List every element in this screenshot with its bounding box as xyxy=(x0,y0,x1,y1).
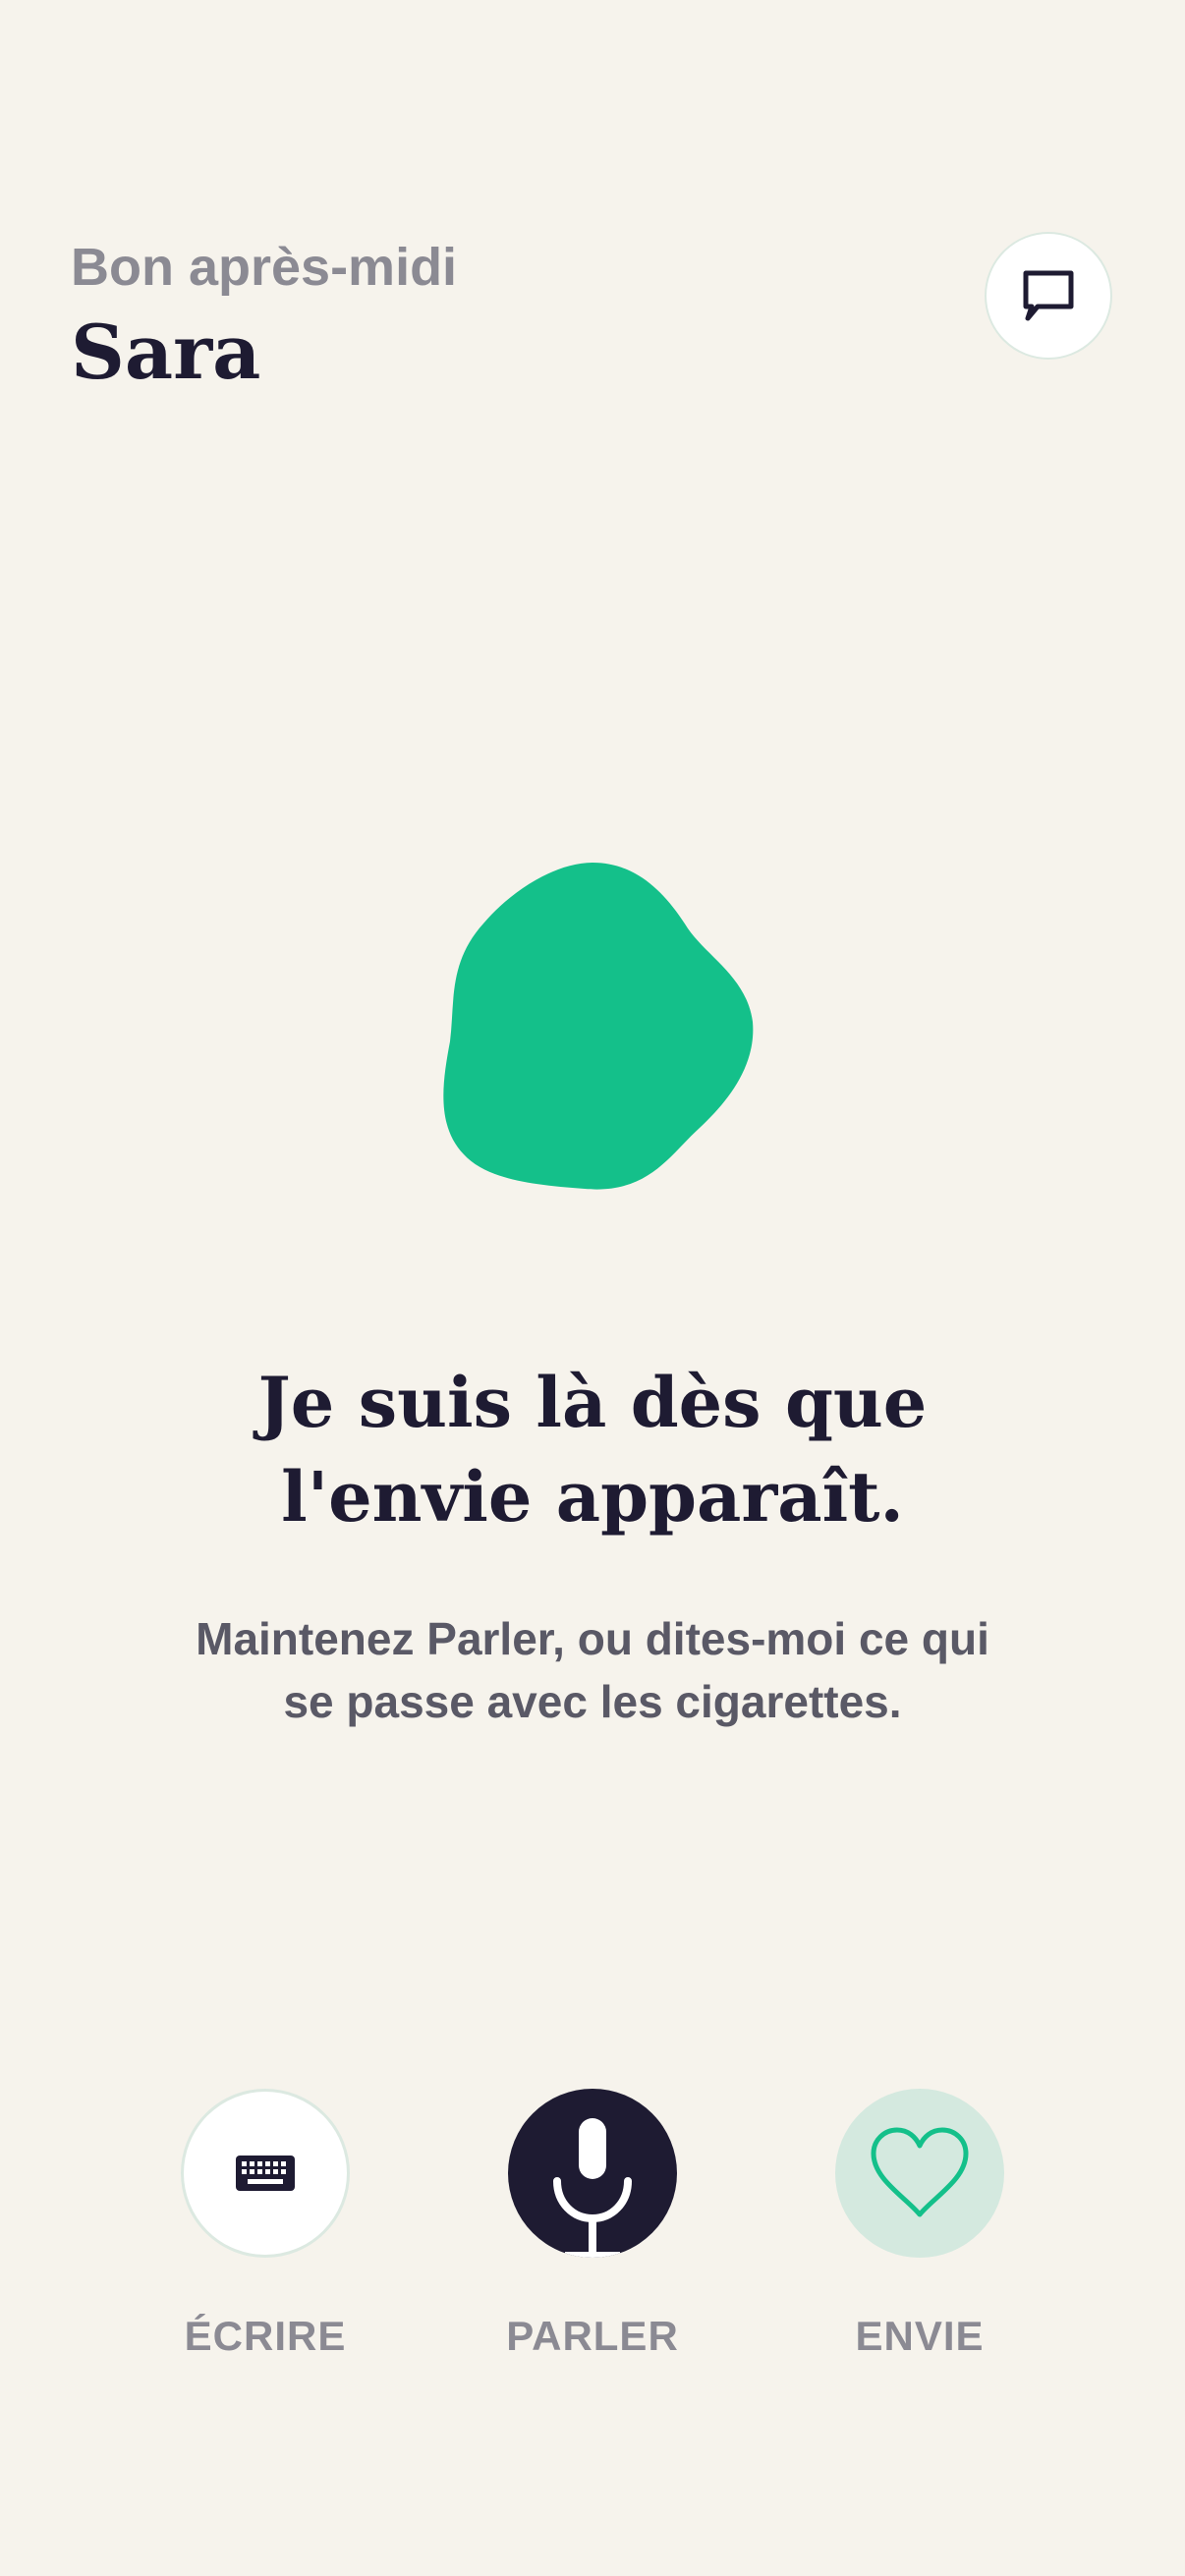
craving-label: ENVIE xyxy=(855,2313,985,2359)
subtitle-line-2: se passe avec les cigarettes. xyxy=(283,1676,902,1727)
user-name: Sara xyxy=(71,308,261,396)
greeting-text: Bon après-midi xyxy=(71,238,458,297)
heart-icon xyxy=(871,2127,969,2217)
assistant-orb xyxy=(413,855,786,1208)
keyboard-icon xyxy=(236,2156,295,2191)
microphone-icon xyxy=(553,2118,632,2258)
hero-headline: Je suis là dès que l'envie apparaît. xyxy=(0,1356,1185,1544)
write-action[interactable]: ÉCRIRE xyxy=(147,2089,383,2360)
chat-history-button[interactable] xyxy=(985,232,1112,360)
write-button[interactable] xyxy=(181,2089,350,2258)
headline-line-2: l'envie apparaît. xyxy=(281,1456,904,1538)
greeting-header: Bon après-midi Sara xyxy=(71,241,457,390)
craving-button[interactable] xyxy=(835,2089,1004,2258)
speak-action[interactable]: PARLER xyxy=(475,2089,710,2360)
write-label: ÉCRIRE xyxy=(184,2313,347,2359)
speak-button[interactable] xyxy=(508,2089,677,2258)
craving-action[interactable]: ENVIE xyxy=(802,2089,1038,2360)
chat-bubble-icon xyxy=(1023,270,1074,321)
hero-subtitle: Maintenez Parler, ou dites-moi ce qui se… xyxy=(0,1607,1185,1733)
speak-label: PARLER xyxy=(506,2313,679,2359)
headline-line-1: Je suis là dès que xyxy=(257,1362,928,1443)
subtitle-line-1: Maintenez Parler, ou dites-moi ce qui xyxy=(196,1613,989,1664)
